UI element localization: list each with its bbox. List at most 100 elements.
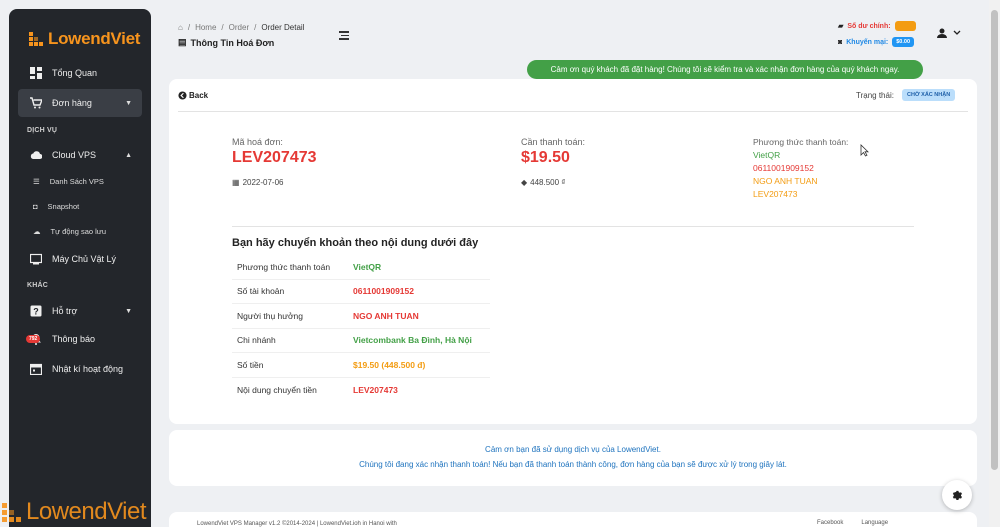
sidebar-item-label: Cloud VPS — [52, 150, 97, 160]
payment-method-info: Phương thức thanh toán: VietQR 061100190… — [753, 137, 848, 199]
payment-method-name: VietQR — [753, 150, 781, 160]
page-title: ▤ Thông Tin Hoá Đơn — [178, 37, 274, 48]
brand-name: LowendViet — [48, 29, 141, 48]
sidebar-item-label: Đơn hàng — [52, 98, 92, 108]
payment-reference: LEV207473 — [753, 189, 798, 199]
invoice-label: Mã hoá đơn: — [232, 137, 283, 147]
home-icon[interactable]: ⌂ — [178, 23, 183, 32]
promo-balance[interactable]: ◙ Khuyến mại: $0.00 — [838, 37, 915, 47]
sidebar-item-label: Hỗ trợ — [52, 306, 78, 316]
breadcrumb-home[interactable]: Home — [195, 23, 216, 32]
table-row: Nội dung chuyển tiền LEV207473 — [232, 378, 490, 403]
footer-copyright: LowendViet VPS Manager v1.2 ©2014-2024 |… — [197, 521, 397, 527]
sidebar-item-orders[interactable]: Đơn hàng ▼ — [18, 89, 142, 117]
chevron-down-icon — [953, 30, 961, 35]
sidebar-subitem-snapshot[interactable]: ◘ Snapshot — [33, 202, 79, 211]
status-badge: CHỜ XÁC NHẬN — [902, 89, 956, 101]
backup-icon: ☁ — [33, 227, 41, 236]
logo-mark-icon — [29, 32, 43, 46]
table-row: Số tiền $19.50 (448.500 đ) — [232, 353, 490, 378]
sidebar-item-label: Nhật kí hoạt động — [52, 364, 124, 374]
sidebar-subitem-vps-list[interactable]: ☰ Danh Sách VPS — [33, 177, 104, 186]
logo-mark-icon — [2, 503, 21, 522]
gear-icon — [952, 490, 963, 500]
chevron-up-icon: ▲ — [125, 151, 132, 159]
row-label: Chi nhánh — [237, 335, 276, 346]
order-detail-card: Back Trạng thái: CHỜ XÁC NHẬN Mã hoá đơn… — [169, 79, 977, 424]
payment-method-label: Phương thức thanh toán: — [753, 137, 849, 147]
user-icon — [937, 28, 947, 38]
row-value: Vietcombank Ba Đình, Hà Nội — [353, 335, 472, 346]
mouse-cursor-icon — [860, 144, 869, 157]
calendar-icon: ▦ — [232, 178, 240, 187]
row-value: LEV207473 — [353, 384, 398, 395]
payment-account-holder: NGO ANH TUAN — [753, 176, 818, 186]
sidebar-subitem-label: Tự động sao lưu — [50, 227, 107, 236]
gift-icon: ◙ — [838, 38, 843, 46]
language-selector[interactable]: Language — [861, 520, 888, 526]
back-button[interactable]: Back — [178, 91, 208, 100]
thanks-message: Cảm ơn bạn đã sử dụng dịch vụ của Lowend… — [485, 445, 661, 454]
wallet-icon: ▰ — [838, 23, 844, 30]
help-icon: ? — [30, 305, 42, 317]
sidebar: LowendViet Tổng Quan Đơn hàng ▼ DỊCH VỤ … — [9, 9, 151, 527]
row-value: $19.50 (448.500 đ) — [353, 359, 426, 370]
cloud-icon — [30, 151, 42, 159]
invoice-code: LEV207473 — [232, 149, 317, 166]
table-row: Số tài khoản 0611001909152 — [232, 280, 490, 304]
calendar-icon — [30, 363, 42, 375]
row-value: VietQR — [353, 261, 382, 272]
row-label: Người thụ hưởng — [237, 310, 304, 321]
table-row: Người thụ hưởng NGO ANH TUAN — [232, 304, 490, 329]
brand-logo[interactable]: LowendViet — [29, 29, 140, 49]
invoice-icon: ▤ — [178, 37, 187, 47]
scrollbar-thumb[interactable] — [991, 10, 998, 470]
thanks-card: Cảm ơn bạn đã sử dụng dịch vụ của Lowend… — [169, 430, 977, 486]
row-label: Số tài khoản — [237, 286, 285, 297]
row-label: Số tiền — [237, 359, 264, 370]
table-row: Phương thức thanh toán VietQR — [232, 255, 490, 280]
amount-info: Cần thanh toán: $19.50 ◆ 448.500 ₫ — [521, 137, 585, 187]
table-row: Chi nhánh Vietcombank Ba Đình, Hà Nội — [232, 329, 490, 353]
user-menu[interactable] — [937, 28, 961, 38]
section-other: KHÁC — [27, 282, 49, 289]
section-services: DỊCH VỤ — [27, 127, 58, 134]
chevron-down-icon: ▼ — [125, 99, 132, 107]
row-value: NGO ANH TUAN — [353, 310, 419, 321]
facebook-link[interactable]: Facebook — [817, 520, 843, 526]
sidebar-item-support[interactable]: ? Hỗ trợ ▼ — [18, 297, 142, 325]
sidebar-item-label: Máy Chủ Vật Lý — [52, 254, 117, 264]
vertical-scrollbar[interactable] — [989, 0, 1000, 527]
sidebar-subitem-label: Snapshot — [47, 202, 80, 211]
sidebar-item-overview[interactable]: Tổng Quan — [18, 59, 142, 87]
watermark-logo: LowendViet — [0, 498, 147, 526]
invoice-date-value: 2022-07-06 — [242, 178, 284, 187]
divider — [178, 111, 968, 112]
settings-button[interactable] — [942, 480, 972, 510]
footer-links: Facebook Language — [817, 520, 888, 526]
sidebar-subitem-label: Danh Sách VPS — [49, 177, 104, 186]
dashboard-icon — [30, 67, 42, 79]
breadcrumb-order[interactable]: Order — [229, 23, 249, 32]
svg-text:?: ? — [33, 307, 39, 317]
amount-vnd-value: 448.500 ₫ — [530, 178, 566, 187]
footer: LowendViet VPS Manager v1.2 ©2014-2024 |… — [169, 512, 977, 527]
balance-label: Số dư chính: — [847, 22, 891, 30]
notification-count-badge: 792 — [26, 335, 41, 343]
breadcrumb: ⌂ / Home / Order / Order Detail — [178, 23, 305, 32]
menu-toggle-icon[interactable] — [339, 31, 349, 42]
sidebar-item-activity-log[interactable]: Nhật kí hoạt động — [18, 355, 142, 383]
sidebar-item-dedicated-server[interactable]: Máy Chủ Vật Lý — [18, 245, 142, 273]
promo-value: $0.00 — [892, 37, 915, 47]
payment-account-number: 0611001909152 — [753, 163, 814, 173]
breadcrumb-current: Order Detail — [261, 23, 305, 32]
row-label: Nội dung chuyển tiền — [237, 384, 317, 395]
main-balance[interactable]: ▰ Số dư chính: $1.68 — [838, 21, 917, 31]
watermark-brand-name: LowendViet — [26, 498, 147, 525]
sidebar-item-label: Thông báo — [52, 334, 96, 344]
sidebar-item-cloud-vps[interactable]: Cloud VPS ▲ — [18, 141, 142, 169]
divider — [232, 226, 914, 227]
invoice-info: Mã hoá đơn: LEV207473 ▦ 2022-07-06 — [232, 137, 317, 187]
sidebar-subitem-auto-backup[interactable]: ☁ Tự động sao lưu — [33, 227, 106, 236]
camera-icon: ◘ — [33, 202, 38, 211]
